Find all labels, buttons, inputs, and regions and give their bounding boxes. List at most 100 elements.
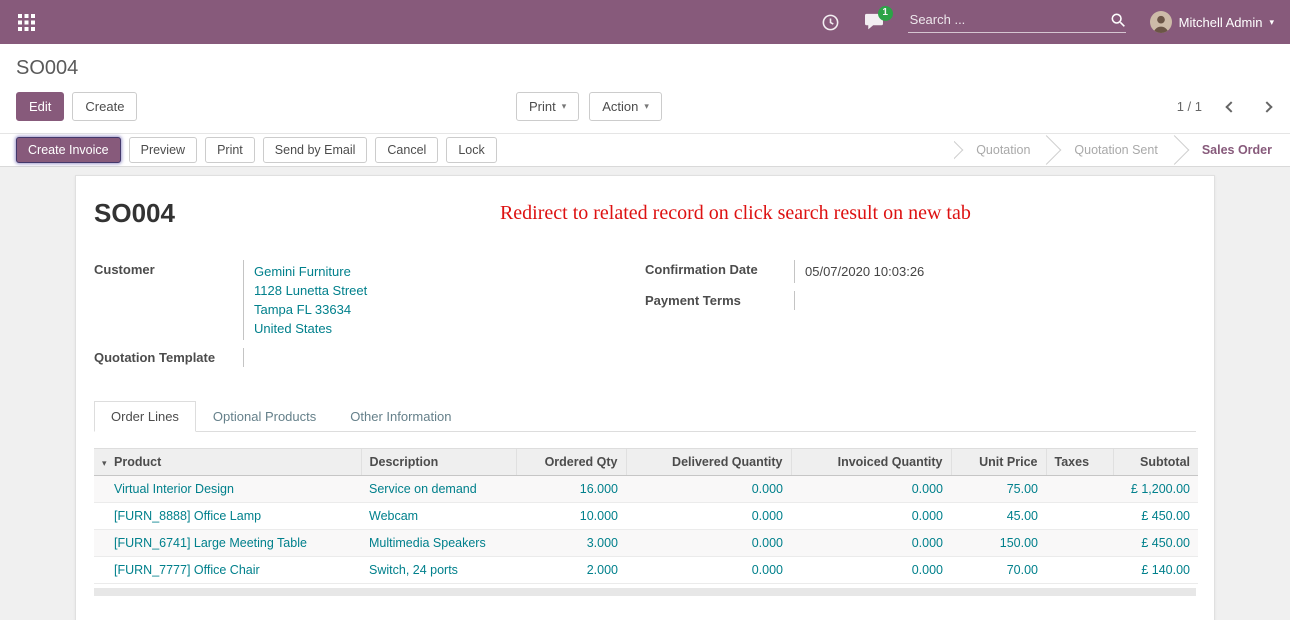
cell-ordered-qty: 10.000 — [516, 503, 626, 530]
payment-terms-label: Payment Terms — [645, 291, 795, 310]
status-step-label: Quotation Sent — [1074, 143, 1157, 157]
chevron-left-icon — [1225, 101, 1236, 112]
customer-city: Tampa FL 33634 — [254, 300, 367, 319]
tab-optional-products[interactable]: Optional Products — [196, 401, 333, 432]
search-icon[interactable] — [1110, 12, 1126, 28]
pager: 1 / 1 — [1177, 99, 1274, 114]
create-invoice-button[interactable]: Create Invoice — [16, 137, 121, 163]
col-subtotal[interactable]: Subtotal — [1113, 449, 1198, 476]
cell-description[interactable]: Service on demand — [361, 476, 516, 503]
cell-taxes — [1046, 503, 1113, 530]
user-name: Mitchell Admin — [1179, 15, 1263, 30]
col-taxes[interactable]: Taxes — [1046, 449, 1113, 476]
field-group-left: Customer Gemini Furniture 1128 Lunetta S… — [94, 260, 645, 375]
cell-subtotal: £ 140.00 — [1113, 557, 1198, 584]
messages-icon[interactable]: 1 — [864, 13, 884, 31]
cell-invoiced-qty: 0.000 — [791, 530, 951, 557]
cell-invoiced-qty: 0.000 — [791, 557, 951, 584]
topbar-right: 1 Mitchell Admin — [821, 11, 1276, 33]
messages-badge: 1 — [878, 6, 893, 21]
quotation-template-label: Quotation Template — [94, 348, 244, 367]
cell-description[interactable]: Switch, 24 ports — [361, 557, 516, 584]
cell-subtotal: £ 450.00 — [1113, 530, 1198, 557]
topbar-search — [908, 11, 1126, 33]
cell-unit-price: 70.00 — [951, 557, 1046, 584]
lock-button[interactable]: Lock — [446, 137, 496, 163]
cell-delivered-qty: 0.000 — [626, 530, 791, 557]
confirmation-date-label: Confirmation Date — [645, 260, 795, 283]
control-panel: Edit Create Print ▾ Action ▾ 1 / 1 — [0, 84, 1290, 133]
horizontal-scrollbar[interactable] — [94, 588, 1196, 596]
print-menu-button[interactable]: Print ▾ — [516, 92, 579, 121]
status-step-sales-order[interactable]: Sales Order — [1180, 134, 1290, 166]
field-groups: Customer Gemini Furniture 1128 Lunetta S… — [94, 260, 1196, 375]
confirmation-date-value: 05/07/2020 10:03:26 — [795, 260, 924, 283]
cell-taxes — [1046, 557, 1113, 584]
column-caret-icon[interactable]: ▾ — [102, 458, 107, 468]
order-line-row[interactable]: [FURN_6741] Large Meeting Table Multimed… — [94, 530, 1198, 557]
avatar — [1150, 11, 1172, 33]
payment-terms-field: Payment Terms — [645, 291, 1196, 310]
pager-value: 1 / 1 — [1177, 99, 1202, 114]
apps-menu-icon[interactable] — [14, 10, 39, 35]
confirmation-date-field: Confirmation Date 05/07/2020 10:03:26 — [645, 260, 1196, 283]
cell-description[interactable]: Webcam — [361, 503, 516, 530]
activities-clock-icon[interactable] — [821, 13, 840, 32]
print-button[interactable]: Print — [205, 137, 255, 163]
preview-button[interactable]: Preview — [129, 137, 197, 163]
statusbar-buttons: Create Invoice Preview Print Send by Ema… — [16, 137, 497, 163]
order-line-row[interactable]: Virtual Interior Design Service on deman… — [94, 476, 1198, 503]
cell-product[interactable]: Virtual Interior Design — [94, 476, 361, 503]
page: 1 Mitchell Admin — [0, 0, 1290, 620]
col-product[interactable]: ▾ Product — [94, 449, 361, 476]
edit-button[interactable]: Edit — [16, 92, 64, 121]
topbar: 1 Mitchell Admin — [0, 0, 1290, 44]
print-menu-label: Print — [529, 99, 556, 114]
order-line-row[interactable]: [FURN_7777] Office Chair Switch, 24 port… — [94, 557, 1198, 584]
col-description[interactable]: Description — [361, 449, 516, 476]
payment-terms-value[interactable] — [795, 291, 805, 310]
pager-next-button[interactable] — [1260, 100, 1274, 114]
cell-unit-price: 75.00 — [951, 476, 1046, 503]
col-ordered-qty[interactable]: Ordered Qty — [516, 449, 626, 476]
quotation-template-value[interactable] — [244, 348, 254, 367]
cell-description[interactable]: Multimedia Speakers — [361, 530, 516, 557]
cell-unit-price: 45.00 — [951, 503, 1046, 530]
cell-product[interactable]: [FURN_7777] Office Chair — [94, 557, 361, 584]
order-lines-table: ▾ Product Description Ordered Qty Delive… — [94, 448, 1198, 584]
cancel-button[interactable]: Cancel — [375, 137, 438, 163]
pager-previous-button[interactable] — [1224, 100, 1238, 114]
content-area: SO004 Redirect to related record on clic… — [0, 167, 1290, 620]
cell-ordered-qty: 16.000 — [516, 476, 626, 503]
breadcrumb-title[interactable]: SO004 — [16, 57, 78, 79]
customer-name-link[interactable]: Gemini Furniture — [254, 262, 367, 281]
tab-other-information[interactable]: Other Information — [333, 401, 468, 432]
chevron-right-icon — [1261, 101, 1272, 112]
user-menu[interactable]: Mitchell Admin ▾ — [1150, 11, 1276, 33]
order-line-row[interactable]: [FURN_8888] Office Lamp Webcam 10.000 0.… — [94, 503, 1198, 530]
search-input[interactable] — [908, 11, 1102, 28]
cell-taxes — [1046, 476, 1113, 503]
cell-product[interactable]: [FURN_8888] Office Lamp — [94, 503, 361, 530]
table-header-row: ▾ Product Description Ordered Qty Delive… — [94, 449, 1198, 476]
annotation-text: Redirect to related record on click sear… — [500, 202, 971, 225]
cell-subtotal: £ 1,200.00 — [1113, 476, 1198, 503]
send-by-email-button[interactable]: Send by Email — [263, 137, 368, 163]
chevron-down-icon: ▾ — [562, 101, 567, 112]
action-menu-button[interactable]: Action ▾ — [589, 92, 662, 121]
customer-value: Gemini Furniture 1128 Lunetta Street Tam… — [244, 260, 367, 340]
cell-ordered-qty: 3.000 — [516, 530, 626, 557]
col-invoiced-quantity[interactable]: Invoiced Quantity — [791, 449, 951, 476]
col-delivered-quantity[interactable]: Delivered Quantity — [626, 449, 791, 476]
cell-product[interactable]: [FURN_6741] Large Meeting Table — [94, 530, 361, 557]
cell-ordered-qty: 2.000 — [516, 557, 626, 584]
create-button[interactable]: Create — [72, 92, 137, 121]
action-menu-label: Action — [602, 99, 638, 114]
col-unit-price[interactable]: Unit Price — [951, 449, 1046, 476]
notebook-tabs: Order Lines Optional Products Other Info… — [94, 401, 1196, 432]
customer-country: United States — [254, 319, 367, 338]
status-step-label: Quotation — [976, 143, 1030, 157]
tab-order-lines[interactable]: Order Lines — [94, 401, 196, 432]
customer-street: 1128 Lunetta Street — [254, 281, 367, 300]
form-sheet: SO004 Redirect to related record on clic… — [75, 175, 1215, 620]
